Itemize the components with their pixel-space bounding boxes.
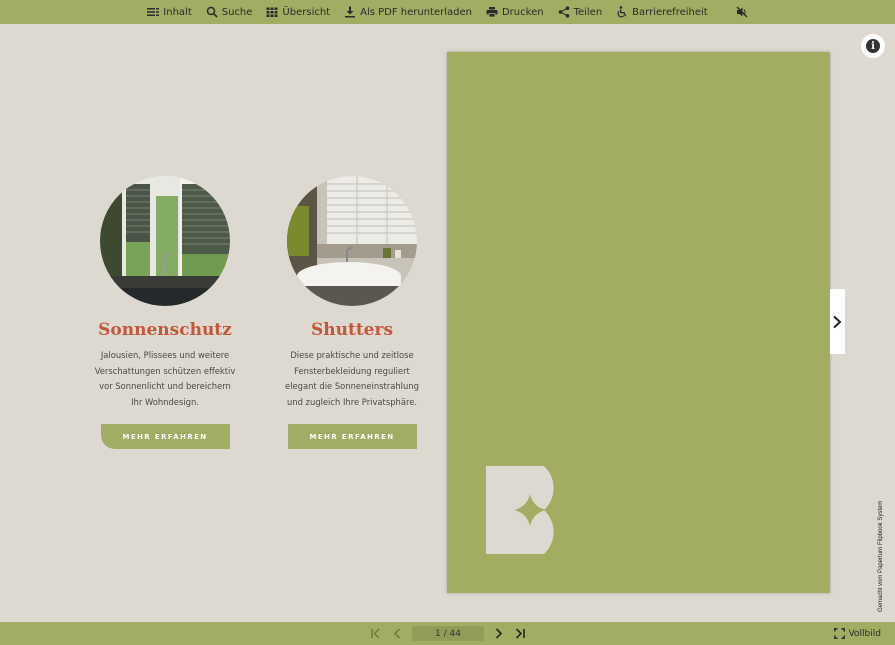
- page-indicator[interactable]: 1 / 44: [412, 626, 484, 641]
- overview-button[interactable]: Übersicht: [266, 6, 330, 18]
- shutters-card: Shutters Diese praktische und zeitlose F…: [277, 176, 427, 449]
- desc-line: Jalousien, Plissees und weitere: [100, 350, 230, 360]
- blinds-window-image: [100, 176, 230, 306]
- sonnenschutz-title: Sonnenschutz: [98, 320, 232, 340]
- previous-page-icon[interactable]: [391, 627, 404, 640]
- bottom-toolbar: 1 / 44 Vollbild: [0, 622, 895, 645]
- desc-line: Verschattungen schützen effektiv: [94, 365, 236, 376]
- pdf-download-label: Als PDF herunterladen: [360, 6, 472, 18]
- fullscreen-icon: [833, 628, 845, 639]
- speaker-muted-icon: [736, 6, 748, 18]
- right-page: [447, 52, 830, 593]
- printer-icon: [486, 7, 498, 18]
- desc-line: vor Sonnenlicht und bereichern: [99, 381, 231, 391]
- chevron-right-icon: [833, 315, 842, 328]
- print-label: Drucken: [501, 6, 544, 18]
- fullscreen-label: Vollbild: [848, 628, 881, 639]
- search-label: Suche: [221, 6, 253, 18]
- share-button[interactable]: Teilen: [558, 6, 603, 18]
- search-icon: [206, 6, 218, 18]
- desc-line: Diese praktische und zeitlose: [290, 350, 414, 360]
- fullscreen-button[interactable]: Vollbild: [833, 622, 881, 645]
- accessibility-button[interactable]: Barrierefreiheit: [616, 6, 708, 18]
- first-page-icon[interactable]: [370, 627, 383, 640]
- print-button[interactable]: Drucken: [486, 6, 544, 18]
- share-icon: [558, 6, 569, 18]
- shutters-title: Shutters: [310, 320, 394, 340]
- pdf-download-button[interactable]: Als PDF herunterladen: [344, 6, 472, 18]
- accessibility-label: Barrierefreiheit: [632, 6, 708, 18]
- desc-line: und zugleich Ihre Privatsphäre.: [286, 396, 418, 407]
- shutters-description: Diese praktische und zeitlose Fensterbek…: [277, 348, 427, 410]
- download-icon: [345, 6, 356, 18]
- info-button[interactable]: i: [861, 34, 885, 58]
- menu-list-icon: [147, 8, 160, 16]
- contents-button[interactable]: Inhalt: [147, 6, 192, 18]
- sonnenschutz-more-button[interactable]: MEHR ERFAHREN: [100, 424, 230, 449]
- search-button[interactable]: Suche: [206, 6, 253, 18]
- contents-label: Inhalt: [163, 6, 192, 18]
- desc-line: Fensterbekleidung reguliert: [294, 365, 410, 376]
- grid-icon: [266, 7, 278, 17]
- sound-toggle-button[interactable]: [736, 6, 748, 18]
- sonnenschutz-description: Jalousien, Plissees und weitere Verschat…: [90, 348, 240, 410]
- next-page-icon[interactable]: [492, 627, 505, 640]
- info-icon: i: [866, 39, 880, 53]
- last-page-icon[interactable]: [513, 627, 526, 640]
- shutters-photo: [287, 176, 417, 306]
- desc-line: Ihr Wohndesign.: [131, 396, 199, 407]
- top-toolbar: Inhalt Suche Übersicht Als PDF herunterl…: [0, 0, 895, 24]
- next-page-arrow[interactable]: [830, 289, 845, 354]
- brand-logo: [486, 466, 554, 554]
- sonnenschutz-card: Sonnenschutz Jalousien, Plissees und wei…: [90, 176, 240, 449]
- sonnenschutz-photo: [100, 176, 230, 306]
- paperturn-credit[interactable]: Gemacht vom Paperturn Flipbook System: [878, 501, 884, 612]
- page-navigation: 1 / 44: [370, 622, 526, 645]
- shutters-more-button[interactable]: MEHR ERFAHREN: [287, 424, 417, 449]
- overview-label: Übersicht: [282, 6, 331, 18]
- desc-line: elegant die Sonneneinstrahlung: [285, 381, 419, 391]
- share-label: Teilen: [573, 6, 603, 18]
- wheelchair-icon: [617, 6, 627, 18]
- shutters-bathroom-image: [287, 176, 417, 306]
